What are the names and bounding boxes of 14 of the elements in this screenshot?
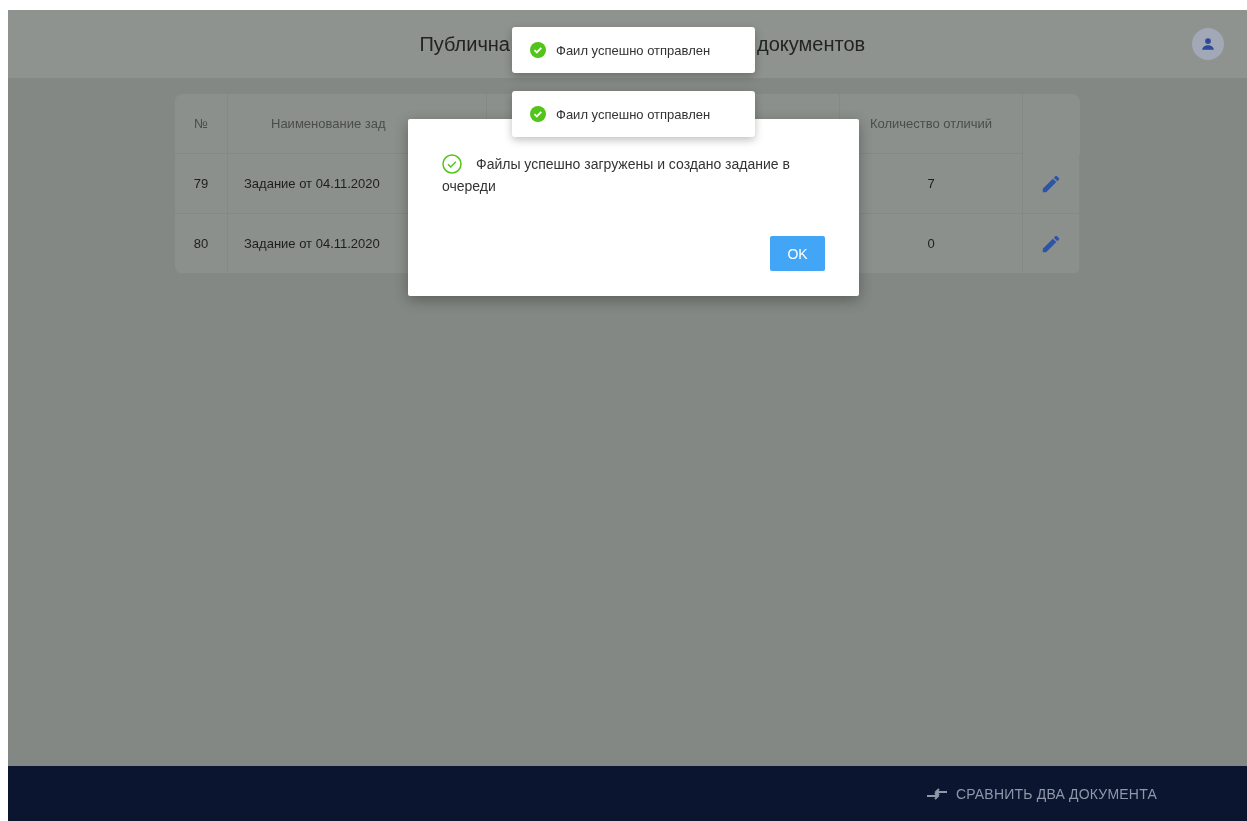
page-title: документов xyxy=(757,32,867,56)
check-circle-icon xyxy=(442,154,462,174)
check-icon xyxy=(530,42,546,58)
toast-text: Фаил успешно отправлен xyxy=(556,42,711,58)
avatar-button[interactable] xyxy=(1192,28,1224,60)
compare-button[interactable]: СРАВНИТЬ ДВА ДОКУМЕНТА xyxy=(919,784,1163,803)
column-header: № xyxy=(175,94,228,154)
swap-arrows-icon xyxy=(925,786,948,801)
table-cell: 80 xyxy=(175,214,228,274)
page-title: Публична xyxy=(418,32,510,56)
check-icon xyxy=(530,106,546,122)
person-icon xyxy=(1201,37,1215,51)
table-cell: 79 xyxy=(175,154,228,214)
toast-text: Фаил успешно отправлен xyxy=(556,106,711,122)
